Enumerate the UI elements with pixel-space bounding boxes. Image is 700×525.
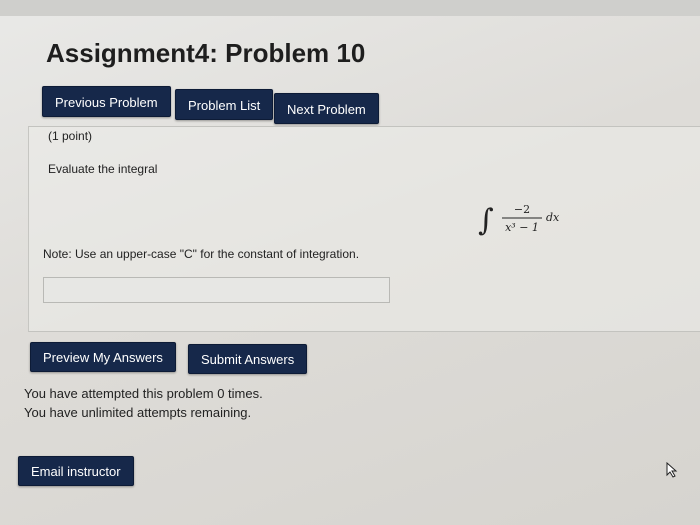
integral-numerator: −2 (514, 203, 530, 216)
answer-input[interactable] (43, 277, 390, 303)
integral-expression: ∫ −2 x³ − 1 dx (478, 203, 560, 238)
integral-differential: dx (546, 211, 560, 224)
next-problem-button[interactable]: Next Problem (274, 93, 379, 124)
integral-denominator: x³ − 1 (505, 221, 539, 234)
attempts-status: You have attempted this problem 0 times. (24, 386, 263, 401)
constant-note: Note: Use an upper-case "C" for the cons… (43, 247, 360, 261)
previous-problem-button[interactable]: Previous Problem (42, 86, 171, 117)
attempts-remaining: You have unlimited attempts remaining. (24, 405, 252, 420)
email-instructor-button[interactable]: Email instructor (18, 456, 134, 486)
integral-sign: ∫ (478, 203, 494, 238)
problem-instruction: Evaluate the integral (48, 162, 158, 176)
points-label: (1 point) (48, 129, 93, 143)
mouse-pointer-icon (666, 462, 678, 478)
problem-list-button[interactable]: Problem List (175, 89, 274, 120)
submit-answers-button[interactable]: Submit Answers (188, 344, 308, 374)
page-top-edge (0, 0, 700, 16)
preview-answers-button[interactable]: Preview My Answers (30, 342, 176, 372)
page-title: Assignment4: Problem 10 (46, 38, 366, 68)
